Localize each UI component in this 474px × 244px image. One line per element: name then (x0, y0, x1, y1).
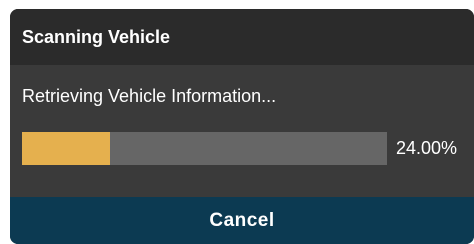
dialog-body: Retrieving Vehicle Information... 24.00% (10, 65, 474, 195)
progress-bar-fill (22, 132, 110, 165)
dialog-title: Scanning Vehicle (22, 26, 171, 47)
progress-bar (22, 132, 387, 165)
scanning-dialog: Scanning Vehicle Retrieving Vehicle Info… (10, 9, 474, 244)
cancel-button-label: Cancel (209, 209, 275, 231)
dialog-header: Scanning Vehicle (10, 9, 474, 65)
cancel-button[interactable]: Cancel (10, 197, 474, 244)
status-text: Retrieving Vehicle Information... (22, 86, 277, 106)
progress-percent-label: 24.00% (396, 138, 458, 158)
